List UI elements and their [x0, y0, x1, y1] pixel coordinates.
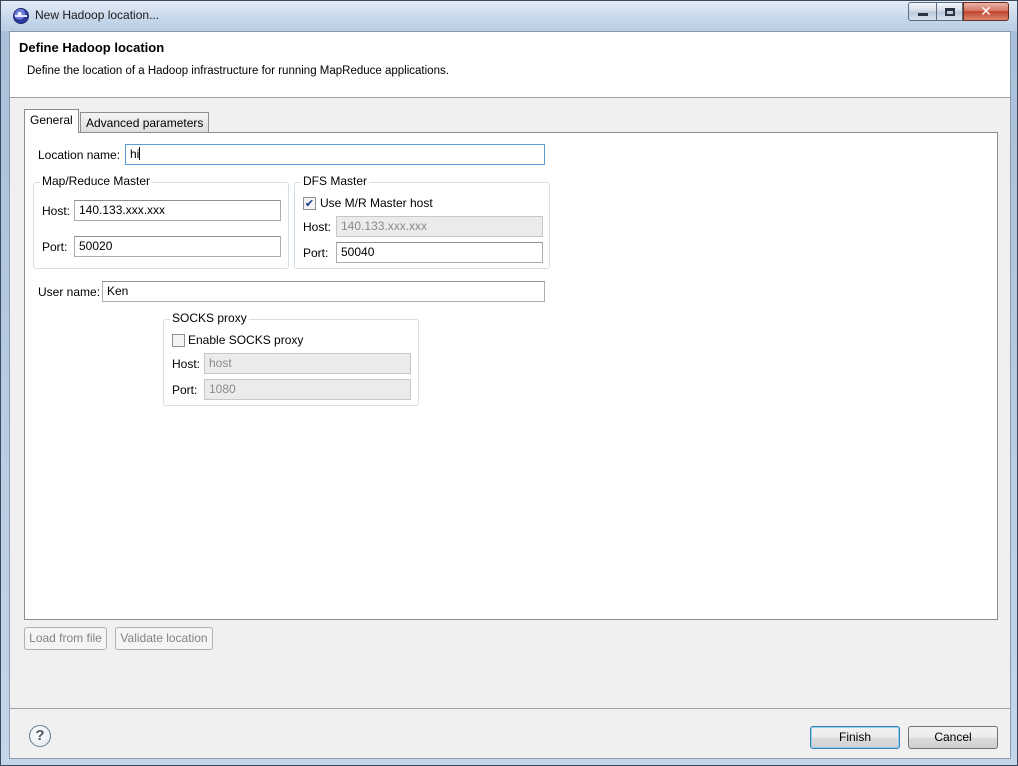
- location-name-label: Location name:: [38, 148, 121, 162]
- user-name-input[interactable]: Ken: [102, 281, 545, 302]
- minimize-icon: [917, 13, 928, 16]
- socks-proxy-title: SOCKS proxy: [170, 311, 249, 325]
- dfs-port-input[interactable]: 50040: [336, 242, 543, 263]
- dfs-port-label: Port:: [303, 246, 329, 260]
- window-title: New Hadoop location...: [35, 8, 160, 22]
- mapreduce-master-group: Map/Reduce Master Host: 140.133.xxx.xxx …: [33, 174, 289, 269]
- use-mr-host-label: Use M/R Master host: [320, 196, 433, 210]
- maximize-icon: [944, 7, 955, 16]
- dfs-host-label: Host:: [303, 220, 332, 234]
- title-bar[interactable]: New Hadoop location... ✕: [1, 1, 1017, 31]
- finish-button[interactable]: Finish: [810, 726, 900, 749]
- general-tab-panel: Location name: hi Map/Reduce Master Host…: [24, 132, 998, 620]
- validate-location-button[interactable]: Validate location: [115, 627, 213, 650]
- enable-socks-checkbox[interactable]: [172, 334, 185, 347]
- minimize-button[interactable]: [908, 2, 936, 21]
- close-icon: ✕: [980, 3, 992, 20]
- close-button[interactable]: ✕: [963, 2, 1009, 21]
- socks-host-input[interactable]: host: [204, 353, 411, 374]
- mr-port-input[interactable]: 50020: [74, 236, 281, 257]
- page-description: Define the location of a Hadoop infrastr…: [27, 65, 449, 77]
- footer-separator: [10, 708, 1010, 709]
- maximize-button[interactable]: [936, 2, 963, 21]
- tab-advanced-parameters[interactable]: Advanced parameters: [80, 112, 210, 134]
- socks-port-input[interactable]: 1080: [204, 379, 411, 400]
- mr-host-label: Host:: [42, 204, 71, 218]
- text-caret: [139, 147, 141, 160]
- use-mr-host-checkbox[interactable]: ✔: [303, 197, 316, 210]
- cancel-button[interactable]: Cancel: [908, 726, 998, 749]
- mapreduce-master-title: Map/Reduce Master: [40, 174, 153, 188]
- socks-proxy-group: SOCKS proxy Enable SOCKS proxy Host: hos…: [163, 311, 419, 406]
- dfs-master-title: DFS Master: [301, 174, 370, 188]
- page-title: Define Hadoop location: [19, 40, 165, 55]
- eclipse-icon: [13, 8, 29, 24]
- user-name-label: User name:: [38, 285, 101, 299]
- location-name-value: hi: [130, 147, 140, 161]
- mr-host-input[interactable]: 140.133.xxx.xxx: [74, 200, 281, 221]
- tab-general[interactable]: General: [24, 109, 79, 133]
- socks-host-label: Host:: [172, 357, 201, 371]
- enable-socks-label: Enable SOCKS proxy: [188, 333, 304, 347]
- dfs-host-input[interactable]: 140.133.xxx.xxx: [336, 216, 543, 237]
- mr-port-label: Port:: [42, 240, 68, 254]
- load-from-file-button[interactable]: Load from file: [24, 627, 107, 650]
- location-name-input[interactable]: hi: [125, 144, 545, 165]
- dialog-window: New Hadoop location... ✕ Define Hadoop l…: [0, 0, 1018, 766]
- dfs-master-group: DFS Master ✔ Use M/R Master host Host: 1…: [294, 174, 550, 269]
- wizard-header: Define Hadoop location Define the locati…: [10, 32, 1010, 98]
- socks-port-label: Port:: [172, 383, 198, 397]
- dialog-client-area: Define Hadoop location Define the locati…: [9, 31, 1011, 759]
- help-icon[interactable]: ?: [29, 725, 51, 747]
